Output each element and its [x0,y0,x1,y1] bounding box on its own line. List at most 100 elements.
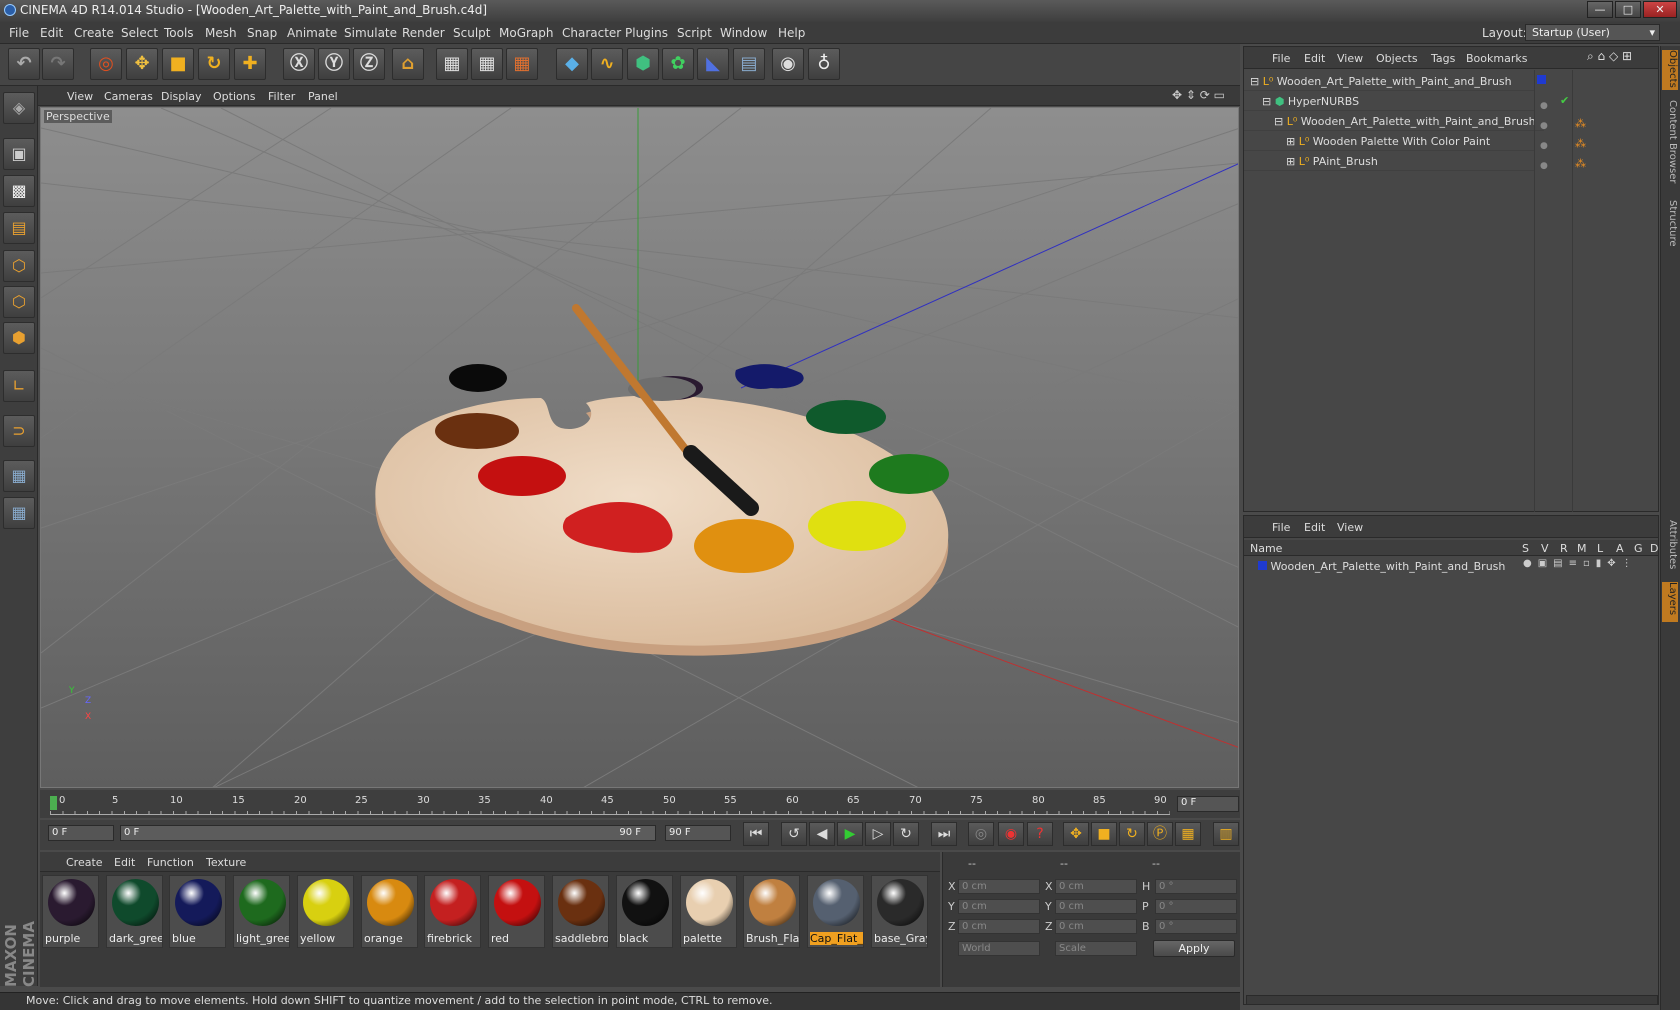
coord-field[interactable]: 0 ° [1155,899,1237,914]
apply-button[interactable]: Apply [1153,940,1235,957]
menu-animate[interactable]: Animate [287,26,337,40]
layer-col-s[interactable]: S [1522,542,1529,555]
viewport-nav-icons[interactable]: ✥ ⇕ ⟳ ▭ [1172,88,1225,102]
menu-window[interactable]: Window [720,26,767,40]
layer-menu-view[interactable]: View [1337,521,1363,534]
tab-attributes[interactable]: Attributes [1662,520,1678,575]
model-mode-icon[interactable]: ▣ [3,138,35,170]
polygons-mode-icon[interactable]: ⬢ [3,322,35,354]
record-icon[interactable]: ◎ [968,822,994,846]
render-settings-icon[interactable]: ▦ [506,48,538,80]
tab-content-browser[interactable]: Content Browser [1662,100,1678,190]
layer-scrollbar[interactable] [1246,995,1658,1005]
material-swatch[interactable]: light_greer [233,875,290,948]
cube-primitive-icon[interactable]: ◆ [556,48,588,80]
spline-icon[interactable]: ∿ [591,48,623,80]
auto-keying-icon[interactable]: ◉ [998,822,1024,846]
material-swatch[interactable]: red [488,875,545,948]
floor-icon[interactable]: ▤ [733,48,765,80]
layer-col-name[interactable]: Name [1250,542,1282,555]
layer-menu-edit[interactable]: Edit [1304,521,1325,534]
coord-field[interactable]: 0 cm [1055,919,1137,934]
menu-create[interactable]: Create [74,26,114,40]
key-pla-icon[interactable]: ▦ [1175,822,1201,846]
workplane-lock-icon[interactable]: ▦ [3,460,35,492]
layer-col-a[interactable]: A [1616,542,1624,555]
material-swatch[interactable]: base_Gray [871,875,928,948]
menu-help[interactable]: Help [778,26,805,40]
layer-col-l[interactable]: L [1597,542,1603,555]
object-menu-bookmarks[interactable]: Bookmarks [1466,52,1527,65]
coord-field[interactable]: 0 cm [958,899,1040,914]
coord-field[interactable]: 0 ° [1155,879,1237,894]
x-axis-lock-icon[interactable]: Ⓧ [283,48,315,80]
layer-color-swatch[interactable] [1258,561,1267,570]
minimize-button[interactable]: — [1587,1,1613,18]
object-row[interactable]: ⊟ L⁰ Wooden_Art_Palette_with_Paint_and_B… [1244,72,1534,91]
layout-select[interactable]: Startup (User) ▾ [1525,24,1660,41]
current-frame-field[interactable]: 0 F [1177,796,1239,812]
object-row[interactable]: ⊟ ⬢ HyperNURBS [1244,92,1534,111]
key-parameter-icon[interactable]: Ⓟ [1147,822,1173,846]
quantize-icon[interactable]: ▦ [3,497,35,529]
make-editable-icon[interactable]: ◈ [3,92,35,124]
key-scale-icon[interactable]: ■ [1091,822,1117,846]
material-menu-texture[interactable]: Texture [206,856,246,869]
add-object-icon[interactable]: ✚ [234,48,266,80]
menu-tools[interactable]: Tools [164,26,194,40]
menu-edit[interactable]: Edit [40,26,63,40]
points-mode-icon[interactable]: ⬡ [3,250,35,282]
perspective-viewport[interactable]: Y Z X [40,107,1239,788]
rotate-tool-icon[interactable]: ↻ [198,48,230,80]
previous-frame-icon[interactable]: ◀ [809,822,835,846]
tab-structure[interactable]: Structure [1662,200,1678,250]
nurbs-icon[interactable]: ⬢ [627,48,659,80]
timeline-playhead[interactable] [50,796,57,810]
menu-file[interactable]: File [9,26,29,40]
material-swatch[interactable]: orange [361,875,418,948]
light-icon[interactable]: ♁ [808,48,840,80]
layer-col-m[interactable]: M [1577,542,1587,555]
object-menu-tags[interactable]: Tags [1431,52,1455,65]
menu-simulate[interactable]: Simulate [344,26,397,40]
object-menu-edit[interactable]: Edit [1304,52,1325,65]
material-menu-function[interactable]: Function [147,856,194,869]
material-tag-icons[interactable]: ⁂ ⁂ ⁂ [1575,114,1586,174]
material-swatch[interactable]: yellow [297,875,354,948]
tab-objects[interactable]: Objects [1662,50,1678,90]
object-menu-objects[interactable]: Objects [1376,52,1418,65]
play-icon[interactable]: ▶ [837,822,863,846]
menu-snap[interactable]: Snap [247,26,277,40]
go-to-start-icon[interactable]: ⏮ [743,822,769,846]
menu-sculpt[interactable]: Sculpt [453,26,490,40]
viewport-menu-cameras[interactable]: Cameras [104,90,153,103]
frame-range-slider[interactable]: 0 F 90 F [120,825,656,841]
layer-col-d[interactable]: D [1650,542,1658,555]
timeline-view-icon[interactable]: ▥ [1213,822,1239,846]
layer-col-r[interactable]: R [1560,542,1568,555]
live-selection-icon[interactable]: ◎ [90,48,122,80]
material-swatch[interactable]: saddlebrov [552,875,609,948]
render-picture-viewer-icon[interactable]: ▦ [471,48,503,80]
object-menu-view[interactable]: View [1337,52,1363,65]
end-frame-field[interactable]: 90 F [665,825,731,841]
layer-col-v[interactable]: V [1541,542,1549,555]
layer-row[interactable]: Wooden_Art_Palette_with_Paint_and_Brush [1258,560,1505,573]
viewport-menu-panel[interactable]: Panel [308,90,338,103]
layer-menu-file[interactable]: File [1272,521,1290,534]
next-frame-icon[interactable]: ▷ [865,822,891,846]
material-swatch[interactable]: black [616,875,673,948]
start-frame-field[interactable]: 0 F [48,825,114,841]
key-rotation-icon[interactable]: ↻ [1119,822,1145,846]
object-row[interactable]: ⊟ L⁰ Wooden_Art_Palette_with_Paint_and_B… [1244,112,1544,131]
material-menu-edit[interactable]: Edit [114,856,135,869]
layer-col-g[interactable]: G [1634,542,1643,555]
viewport-menu-options[interactable]: Options [213,90,255,103]
deformer-icon[interactable]: ◣ [697,48,729,80]
scale-tool-icon[interactable]: ■ [162,48,194,80]
visibility-dots[interactable]: ● ● ● ● [1540,96,1548,176]
material-swatch[interactable]: purple [42,875,99,948]
viewport-menu-view[interactable]: View [67,90,93,103]
redo-icon[interactable]: ↷ [42,48,74,80]
snap-icon[interactable]: ⊃ [3,415,35,447]
